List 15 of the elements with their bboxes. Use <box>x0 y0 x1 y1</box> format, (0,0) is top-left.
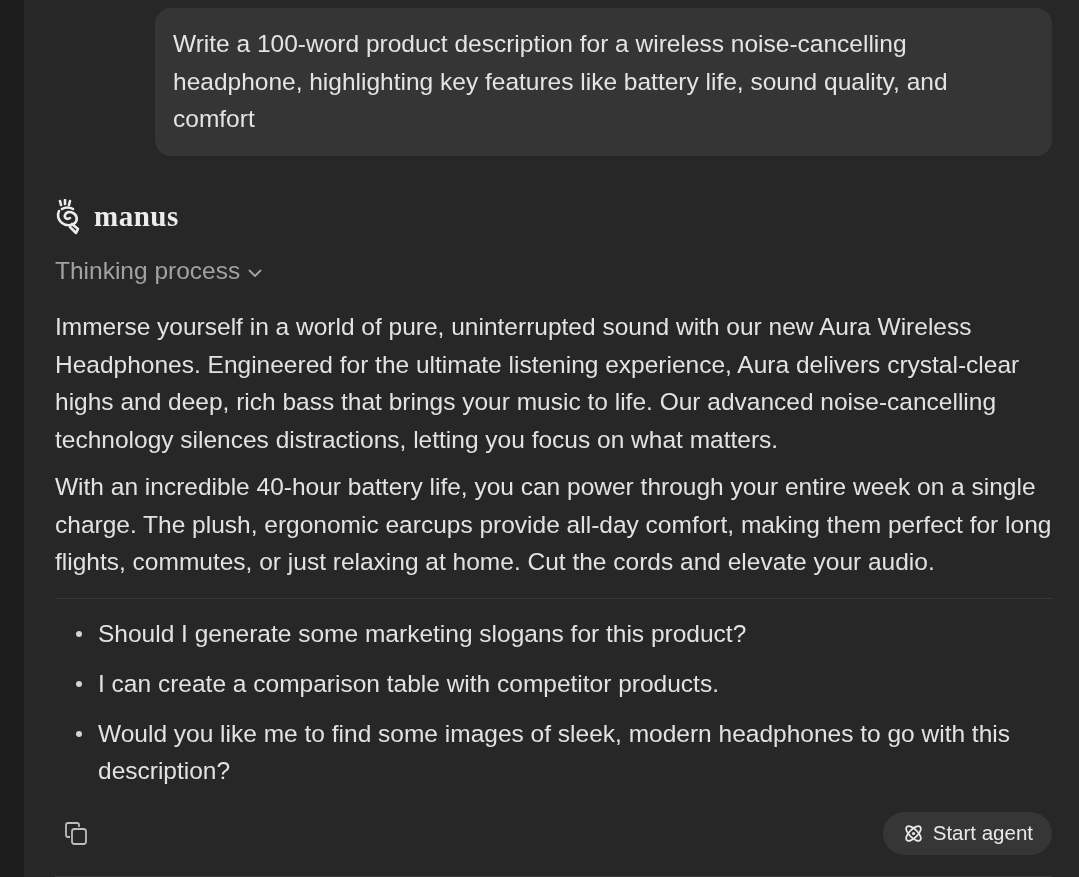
response-paragraph: With an incredible 40-hour battery life, you can power through your entire week on a single charge. The plush, ergonomic earcups provide all-day comfort, making them perfect for long flights, commutes, or just relaxing at home. Cut the cords and elevate your audio. <box>55 472 1052 577</box>
suggestion-text: Would you like me to find some images of sleek, modern headphones to go with this description? <box>98 718 1011 786</box>
bullet-icon <box>76 730 82 737</box>
assistant-name: manus <box>94 202 179 231</box>
bullet-icon <box>76 630 82 637</box>
suggestion-text: Should I generate some marketing slogans for this product? <box>98 618 747 649</box>
copy-icon <box>65 821 87 845</box>
suggestion-text: I can create a comparison table with competitor products. <box>98 668 719 699</box>
bullet-icon <box>76 680 82 687</box>
thinking-process-toggle[interactable]: Thinking process <box>55 251 263 289</box>
response-paragraph: Immerse yourself in a world of pure, uninterrupted sound with our new Aura Wireless Headphones. Engineered for the ultimate listening experience, Aura delivers crystal-clear highs and deep, rich bass that brings your music to life. Our advanced noise-cancelling technology silences distractions, letting you focus on what matters. <box>55 312 1021 455</box>
start-agent-button[interactable]: Start agent <box>882 811 1052 855</box>
copy-button[interactable] <box>65 821 87 845</box>
user-message-text: Write a 100-word product description for a wireless noise-cancelling headphone, highlighting key features like battery life, sound quality, and comfort <box>173 29 949 134</box>
atom-icon <box>902 822 924 844</box>
